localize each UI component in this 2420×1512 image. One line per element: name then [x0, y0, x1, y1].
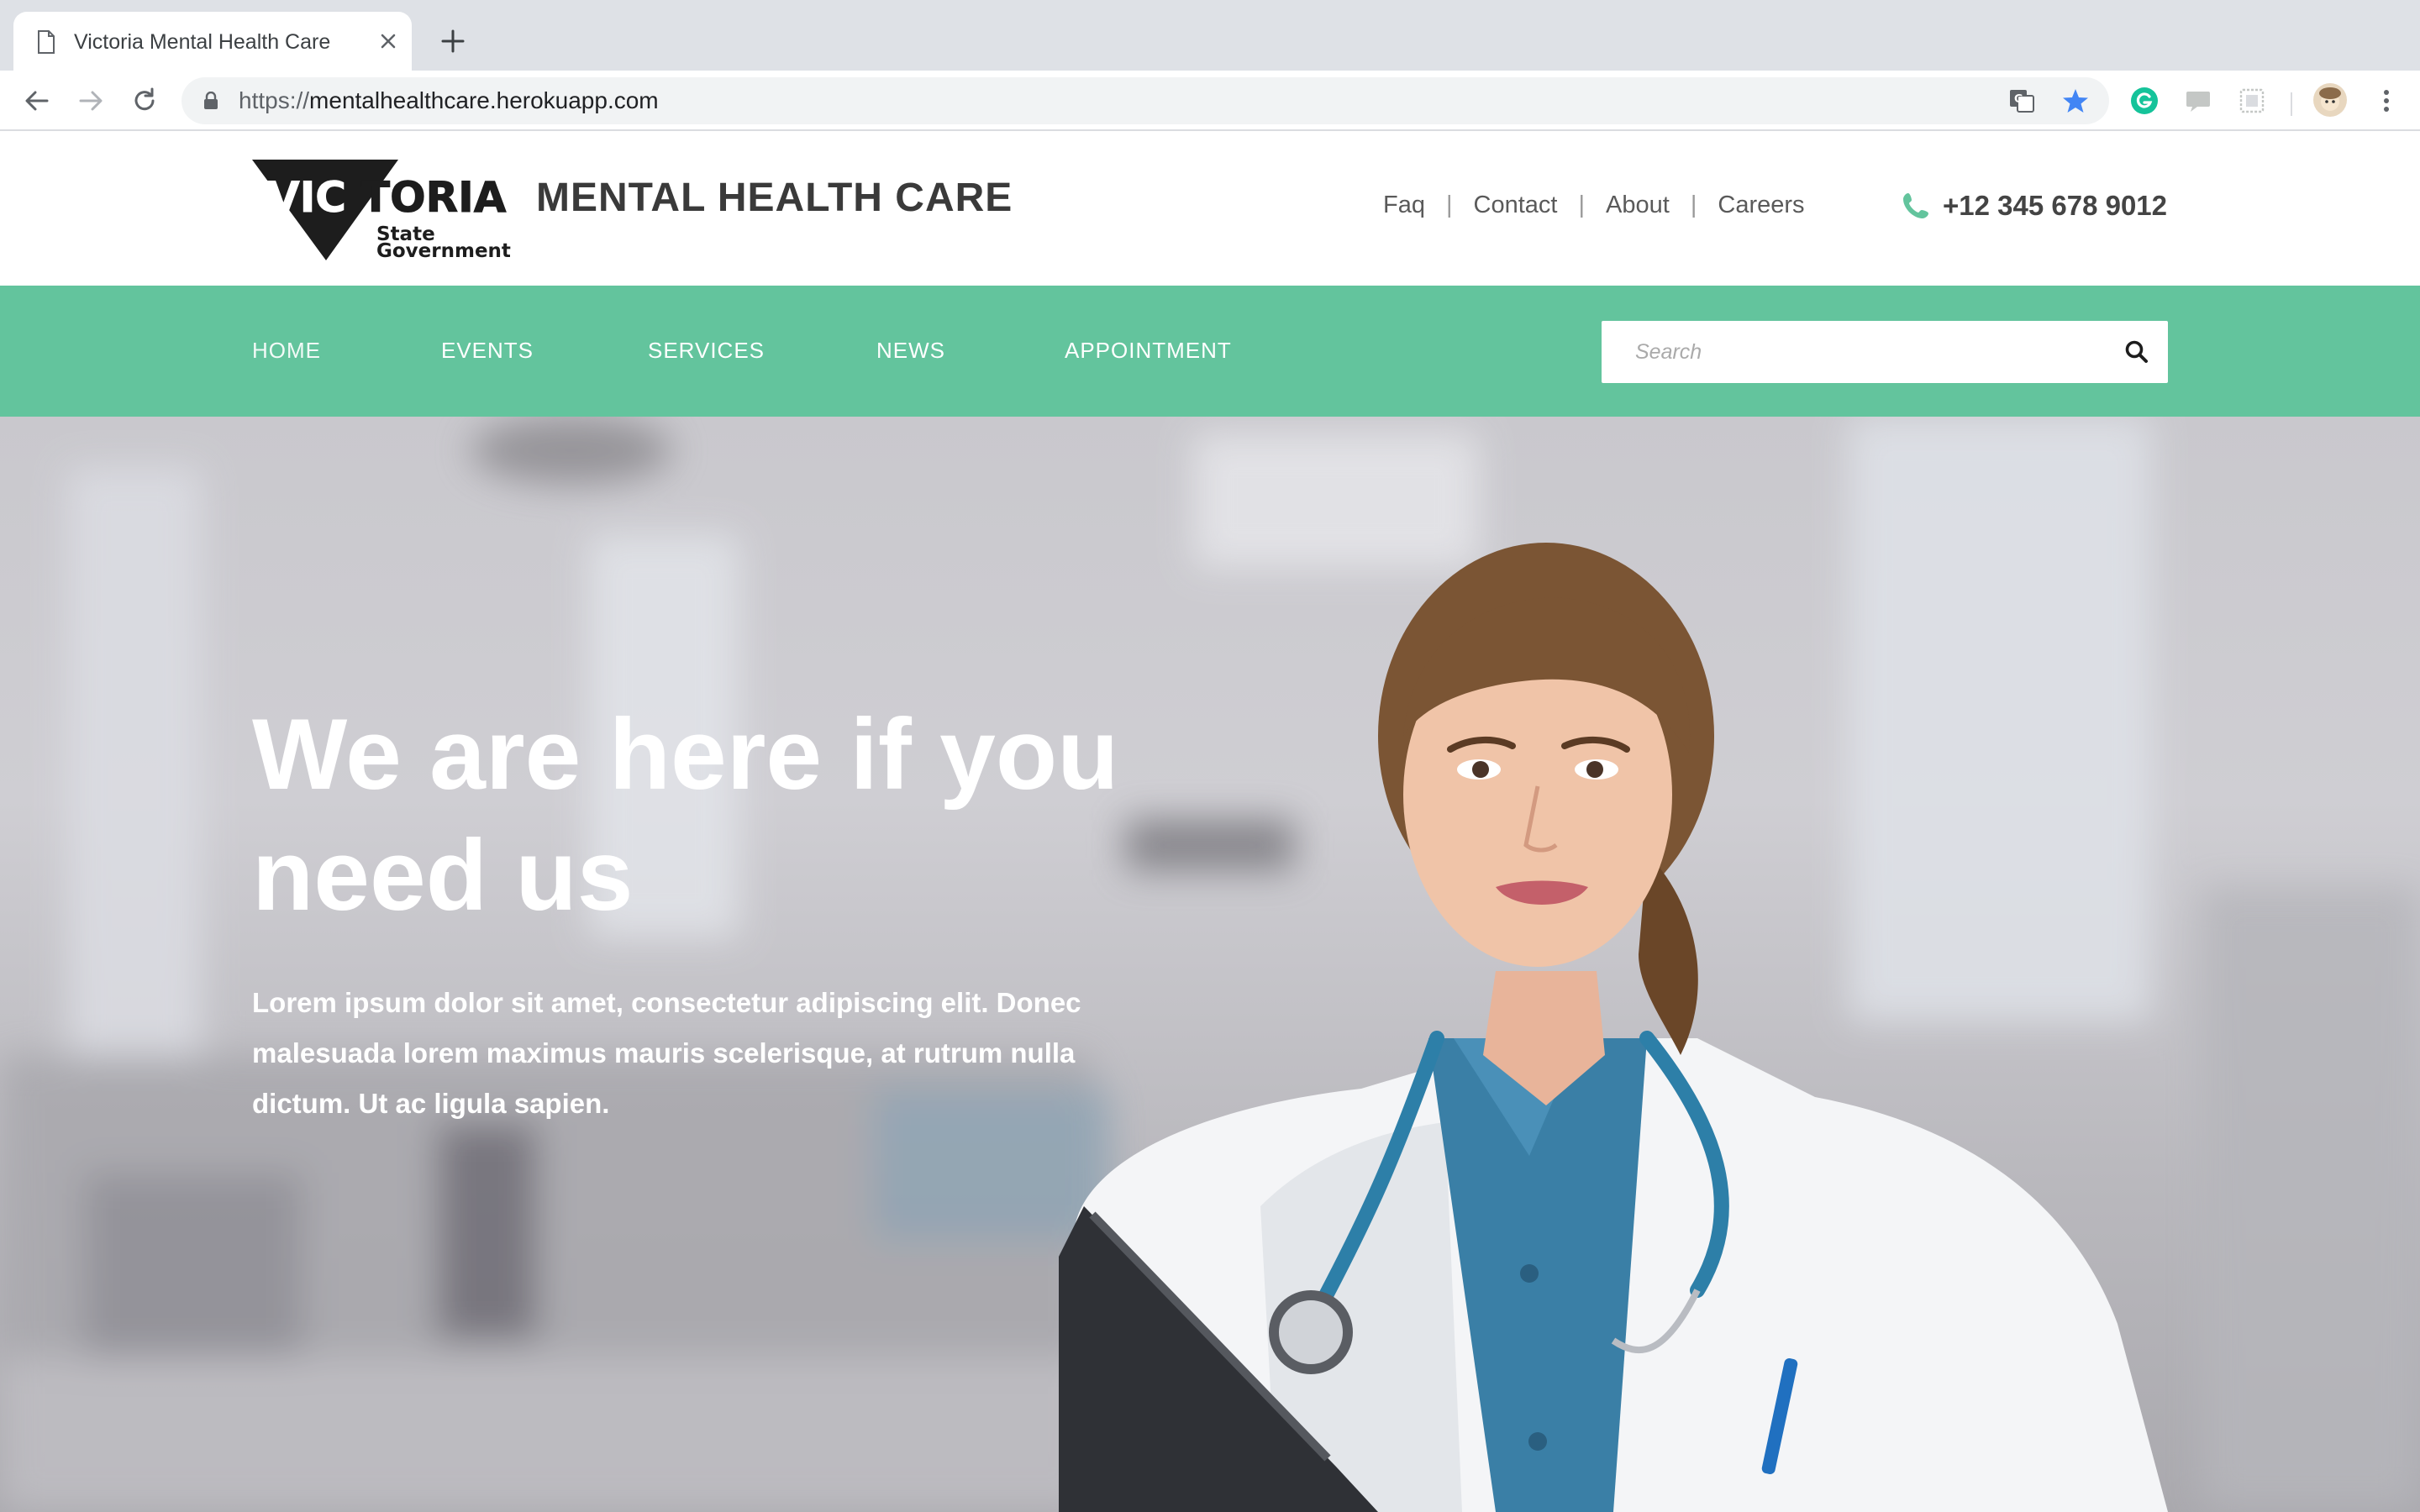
link-separator: |	[1578, 192, 1586, 218]
victoria-logo[interactable]: VIC TORIA State Government	[252, 158, 538, 260]
top-link-contact[interactable]: Contact	[1474, 192, 1558, 219]
top-links: Faq | Contact | About | Careers	[1383, 192, 1805, 219]
phone-contact[interactable]: +12 345 678 9012	[1901, 190, 2167, 222]
browser-tab[interactable]: Victoria Mental Health Care	[13, 12, 412, 71]
nav-events[interactable]: EVENTS	[441, 338, 534, 364]
hero-section: We are here if you need us Lorem ipsum d…	[0, 417, 2420, 1512]
profile-avatar[interactable]	[2312, 82, 2348, 118]
reload-icon[interactable]	[129, 86, 160, 116]
forward-icon[interactable]	[76, 86, 106, 116]
url-text: https://mentalhealthcare.herokuapp.com	[239, 87, 659, 114]
link-separator: |	[1690, 192, 1697, 218]
top-link-careers[interactable]: Careers	[1718, 192, 1804, 219]
phone-number: +12 345 678 9012	[1943, 190, 2168, 221]
star-icon[interactable]	[2062, 87, 2089, 114]
search-box	[1602, 321, 2168, 383]
toolbar-divider	[2291, 92, 2292, 116]
page-icon	[38, 30, 55, 54]
hero-text: Lorem ipsum dolor sit amet, consectetur …	[252, 987, 1081, 1119]
cast-icon[interactable]	[2183, 86, 2213, 116]
top-link-faq[interactable]: Faq	[1383, 192, 1425, 219]
phone-icon	[1903, 193, 1928, 218]
translate-icon[interactable]: G	[2008, 87, 2035, 114]
plus-icon[interactable]	[439, 27, 467, 55]
nav-home[interactable]: HOME	[252, 338, 321, 364]
menu-icon[interactable]	[2371, 86, 2402, 116]
back-icon[interactable]	[22, 86, 52, 116]
link-separator: |	[1445, 192, 1453, 218]
nav-services[interactable]: SERVICES	[648, 338, 765, 364]
site-header: VIC TORIA State Government MENTAL HEALTH…	[0, 133, 2420, 286]
close-icon[interactable]	[376, 29, 400, 53]
browser-toolbar: https://mentalhealthcare.herokuapp.com G	[0, 71, 2420, 131]
svg-text:VIC: VIC	[267, 173, 346, 222]
lock-icon	[204, 92, 218, 109]
tab-title: Victoria Mental Health Care	[74, 30, 331, 54]
address-bar[interactable]: https://mentalhealthcare.herokuapp.com G	[182, 77, 2109, 124]
top-link-about[interactable]: About	[1606, 192, 1670, 219]
extension-icon[interactable]	[2237, 86, 2267, 116]
url-host: mentalhealthcare.herokuapp.com	[309, 87, 659, 113]
search-input[interactable]	[1602, 321, 2106, 383]
grammarly-icon[interactable]	[2129, 86, 2160, 116]
brand-title: MENTAL HEALTH CARE	[536, 176, 1013, 220]
url-scheme: https://	[239, 87, 310, 113]
nav-news[interactable]: NEWS	[876, 338, 945, 364]
nav-appointment[interactable]: APPOINTMENT	[1065, 338, 1232, 364]
search-icon[interactable]	[2124, 339, 2149, 365]
browser-tab-strip: Victoria Mental Health Care	[0, 0, 2420, 71]
doctor-image	[1059, 543, 2168, 1512]
main-nav: HOME EVENTS SERVICES NEWS APPOINTMENT	[0, 286, 2420, 417]
svg-text:Government: Government	[376, 240, 511, 260]
svg-text:G: G	[2014, 93, 2023, 106]
svg-text:TORIA: TORIA	[361, 173, 507, 222]
